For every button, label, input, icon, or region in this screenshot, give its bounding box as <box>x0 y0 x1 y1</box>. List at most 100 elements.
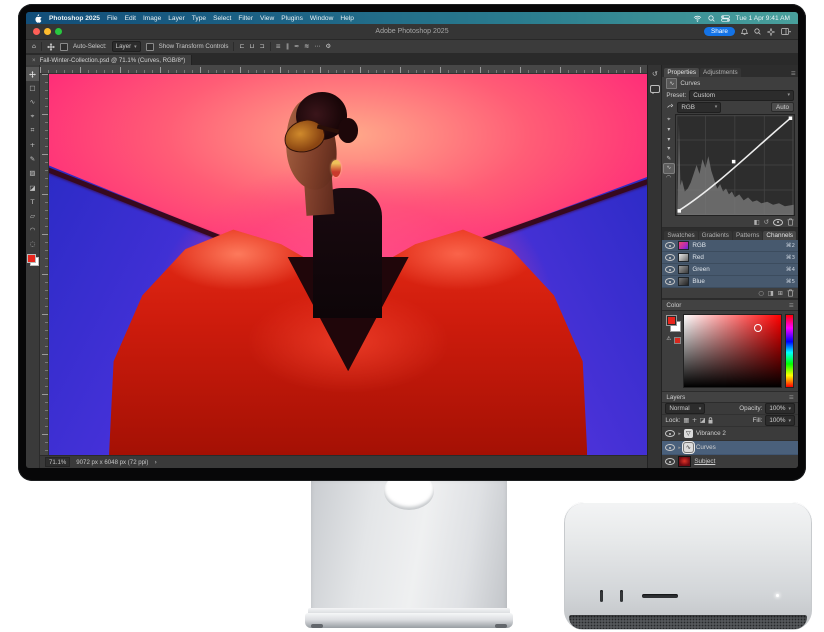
align-options-icon[interactable]: ⋯ <box>314 43 320 50</box>
tab-patterns[interactable]: Patterns <box>733 231 762 240</box>
on-image-adjust-icon[interactable]: ⌖ <box>664 116 674 125</box>
wifi-icon[interactable] <box>693 15 702 22</box>
control-center-icon[interactable] <box>721 15 730 22</box>
lock-position-icon[interactable]: + <box>692 417 697 424</box>
layer-row-subject[interactable]: Subject <box>662 455 798 468</box>
close-button[interactable] <box>33 28 40 35</box>
type-tool-icon[interactable]: T <box>26 195 39 209</box>
align-center-icon[interactable]: ⊔ <box>250 43 255 50</box>
object-selection-tool-icon[interactable]: ⌖ <box>26 110 39 124</box>
home-icon[interactable]: ⌂ <box>32 43 36 50</box>
curves-histogram[interactable] <box>675 114 795 216</box>
align-left-icon[interactable]: ⊏ <box>239 43 244 50</box>
color-picker-ring[interactable] <box>754 324 762 332</box>
channel-row-blue[interactable]: Blue ⌘5 <box>662 276 798 288</box>
auto-button[interactable]: Auto <box>771 102 794 112</box>
menu-item-image[interactable]: Image <box>143 15 161 22</box>
reset-adjustment-icon[interactable]: ↺ <box>764 219 769 226</box>
edit-points-icon[interactable]: ∿ <box>664 164 674 173</box>
menu-item-view[interactable]: View <box>260 15 274 22</box>
fill-dropdown[interactable]: 100% <box>765 415 795 426</box>
menu-item-select[interactable]: Select <box>213 15 231 22</box>
delete-channel-icon[interactable] <box>787 289 794 297</box>
menu-item-type[interactable]: Type <box>192 15 206 22</box>
menu-item-window[interactable]: Window <box>310 15 333 22</box>
show-transform-checkbox[interactable] <box>146 43 154 51</box>
crop-tool-icon[interactable]: ⌗ <box>26 124 39 138</box>
save-selection-icon[interactable]: ◨ <box>768 290 774 297</box>
lock-pixels-icon[interactable]: ◪ <box>700 417 706 424</box>
eye-icon[interactable] <box>665 266 675 273</box>
menu-item-plugins[interactable]: Plugins <box>281 15 303 22</box>
lock-transparency-icon[interactable]: ▦ <box>683 417 689 424</box>
targeted-adjustment-icon[interactable] <box>666 103 674 111</box>
panel-menu-icon[interactable]: ≡ <box>789 394 794 401</box>
tab-gradients[interactable]: Gradients <box>699 231 732 240</box>
gradient-tool-icon[interactable]: ◪ <box>26 181 39 195</box>
notifications-bell-icon[interactable] <box>741 28 748 36</box>
share-button[interactable]: Share <box>704 27 735 36</box>
lock-all-icon[interactable] <box>708 417 713 424</box>
eye-icon[interactable] <box>665 242 675 249</box>
smooth-curve-icon[interactable]: ◠ <box>664 173 674 182</box>
hue-slider[interactable] <box>785 314 794 388</box>
eye-icon[interactable] <box>665 278 675 285</box>
menu-clock[interactable]: Tue 1 Apr 9:41 AM <box>736 15 790 22</box>
auto-select-mode-dropdown[interactable]: Layer <box>112 41 141 52</box>
tab-swatches[interactable]: Swatches <box>664 231 697 240</box>
shape-tool-icon[interactable]: ▱ <box>26 209 39 223</box>
move-tool[interactable] <box>26 67 39 81</box>
saturation-brightness-field[interactable] <box>683 314 782 388</box>
move-tool-icon[interactable] <box>47 43 55 51</box>
tab-close-icon[interactable]: × <box>32 57 36 64</box>
eye-icon[interactable] <box>665 430 675 437</box>
menu-item-edit[interactable]: Edit <box>125 15 136 22</box>
comments-icon[interactable] <box>650 85 660 93</box>
eye-icon[interactable] <box>665 458 675 465</box>
blend-mode-dropdown[interactable]: Normal <box>665 403 705 414</box>
menu-item-file[interactable]: File <box>107 15 118 22</box>
zoom-tool-icon[interactable]: ◌ <box>26 237 39 251</box>
healing-tool-icon[interactable]: + <box>26 138 39 152</box>
opacity-dropdown[interactable]: 100% <box>765 403 795 414</box>
distribute-top-icon[interactable]: ≡ <box>276 43 281 50</box>
tab-properties[interactable]: Properties <box>664 68 699 77</box>
menu-item-help[interactable]: Help <box>340 15 354 22</box>
document-tab[interactable]: × Fall-Winter-Collection.psd @ 71.1% (Cu… <box>26 55 192 65</box>
channel-row-red[interactable]: Red ⌘3 <box>662 252 798 264</box>
search-icon[interactable] <box>754 28 761 35</box>
menu-item-filter[interactable]: Filter <box>238 15 253 22</box>
status-chevron-icon[interactable]: › <box>154 459 156 466</box>
history-icon[interactable]: ↺ <box>652 70 658 78</box>
workspace-gear-icon[interactable]: ⚙ <box>326 43 332 50</box>
auto-select-checkbox[interactable] <box>60 43 68 51</box>
clip-to-layer-icon[interactable]: ◧ <box>754 219 760 226</box>
document-canvas[interactable] <box>49 74 647 455</box>
distribute-spacing-icon[interactable]: ≋ <box>304 43 309 50</box>
eye-icon[interactable] <box>665 444 675 451</box>
layer-row-vibrance2[interactable]: ▸ ▽ Vibrance 2 <box>662 427 798 441</box>
minimize-button[interactable] <box>44 28 51 35</box>
stamp-tool-icon[interactable]: ▨ <box>26 166 39 180</box>
new-channel-icon[interactable]: ⊞ <box>778 290 783 297</box>
preset-dropdown[interactable]: Custom <box>689 90 794 101</box>
workspace-switcher-icon[interactable] <box>781 28 791 36</box>
eye-icon[interactable] <box>665 254 675 261</box>
black-point-eyedropper-icon[interactable]: ▾ <box>664 126 674 135</box>
white-point-eyedropper-icon[interactable]: ▾ <box>664 145 674 154</box>
align-right-icon[interactable]: ⊐ <box>259 43 264 50</box>
spotlight-search-icon[interactable] <box>708 15 715 22</box>
zoom-level-field[interactable]: 71.1% <box>45 457 70 467</box>
apple-logo-icon[interactable] <box>34 14 42 23</box>
delete-adjustment-icon[interactable] <box>787 218 794 226</box>
channel-row-green[interactable]: Green ⌘4 <box>662 264 798 276</box>
panel-menu-icon[interactable]: ≡ <box>789 302 794 309</box>
visibility-eye-icon[interactable] <box>773 219 783 226</box>
distribute-middle-icon[interactable]: ∥ <box>286 43 289 50</box>
gamut-swatch[interactable] <box>674 337 681 344</box>
menu-app-name[interactable]: Photoshop 2025 <box>49 15 100 22</box>
foreground-color-swatch[interactable] <box>27 254 36 263</box>
discover-sparkle-icon[interactable] <box>767 28 775 36</box>
lasso-tool-icon[interactable]: ∿ <box>26 95 39 109</box>
pencil-curve-icon[interactable]: ✎ <box>664 154 674 163</box>
